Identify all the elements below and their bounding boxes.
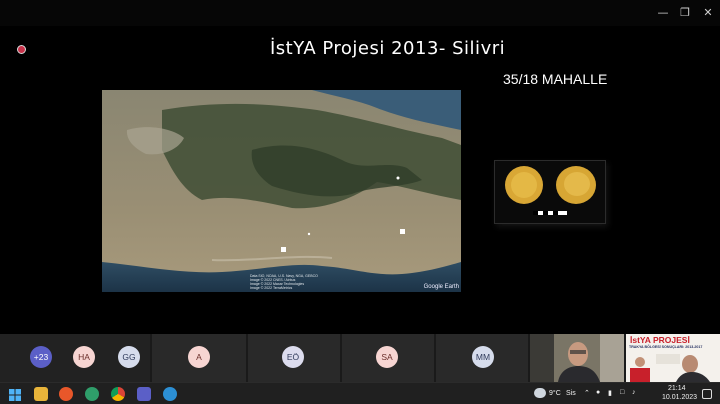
- file-explorer-icon[interactable]: [34, 387, 48, 401]
- satellite-map-graphic: [102, 90, 461, 292]
- poster-person-graphic: [630, 354, 710, 382]
- teams-icon[interactable]: [137, 387, 151, 401]
- participant-avatar[interactable]: MM: [472, 346, 494, 368]
- participant-avatar[interactable]: HA: [73, 346, 95, 368]
- restore-icon[interactable]: ❐: [674, 4, 696, 22]
- participant-avatar[interactable]: GG: [118, 346, 140, 368]
- clock-time[interactable]: 21:14: [668, 385, 686, 392]
- taskbar: 9°C Sis ⌃ ● ▮ □ ♪ 21:14 10.01.2023: [0, 382, 720, 404]
- participant-strip: +23 HA GG A EÖ SA MM İstYA PROJESİ TRAKY…: [0, 334, 720, 382]
- notifications-icon[interactable]: [702, 389, 712, 399]
- firefox-icon[interactable]: [59, 387, 73, 401]
- slide-title: İstYA Projesi 2013- Silivri: [270, 38, 506, 59]
- battery-icon[interactable]: ▮: [608, 389, 612, 397]
- participant-avatar[interactable]: EÖ: [282, 346, 304, 368]
- edge-icon[interactable]: [163, 387, 177, 401]
- recording-indicator-icon: [17, 45, 26, 54]
- map-logo: Google Earth: [423, 284, 459, 290]
- artifact-photo: [494, 160, 606, 224]
- chevron-up-icon[interactable]: ⌃: [584, 389, 590, 397]
- weather-temperature[interactable]: 9°C: [549, 390, 561, 397]
- clock-date[interactable]: 10.01.2023: [662, 394, 697, 401]
- weather-description[interactable]: Sis: [566, 390, 576, 397]
- shared-slide: İstYA Projesi 2013- Silivri 35/18 MAHALL…: [0, 26, 720, 334]
- close-icon[interactable]: ✕: [697, 4, 719, 22]
- minimize-icon[interactable]: —: [652, 4, 674, 22]
- microphone-icon[interactable]: ●: [596, 389, 600, 396]
- weather-cloud-icon[interactable]: [534, 388, 546, 398]
- slide-subtitle: 35/18 MAHALLE: [503, 71, 608, 87]
- windows-start-icon[interactable]: [8, 387, 22, 401]
- satellite-map-image: Data SIO, NOAA, U.S. Navy, NGA, GEBCO Im…: [102, 90, 461, 292]
- network-icon[interactable]: □: [620, 389, 624, 396]
- video-person-graphic: [530, 334, 624, 382]
- poster-subtitle: TRAKYA BÖLGESİ SONUÇLARI: 2013-2017: [629, 345, 703, 349]
- map-credit-text: Data SIO, NOAA, U.S. Navy, NGA, GEBCO Im…: [250, 274, 318, 290]
- artifact-graphic: [505, 166, 596, 215]
- volume-icon[interactable]: ♪: [632, 389, 636, 396]
- poster-title: İstYA PROJESİ: [630, 335, 690, 345]
- participant-video-feed[interactable]: [530, 334, 624, 382]
- participant-avatar[interactable]: A: [188, 346, 210, 368]
- window-titlebar: — ❐ ✕: [0, 0, 720, 26]
- app-icon[interactable]: [85, 387, 99, 401]
- participant-avatar[interactable]: SA: [376, 346, 398, 368]
- participant-overflow-avatar[interactable]: +23: [30, 346, 52, 368]
- shared-poster-feed[interactable]: İstYA PROJESİ TRAKYA BÖLGESİ SONUÇLARI: …: [626, 334, 720, 382]
- chrome-icon[interactable]: [111, 387, 125, 401]
